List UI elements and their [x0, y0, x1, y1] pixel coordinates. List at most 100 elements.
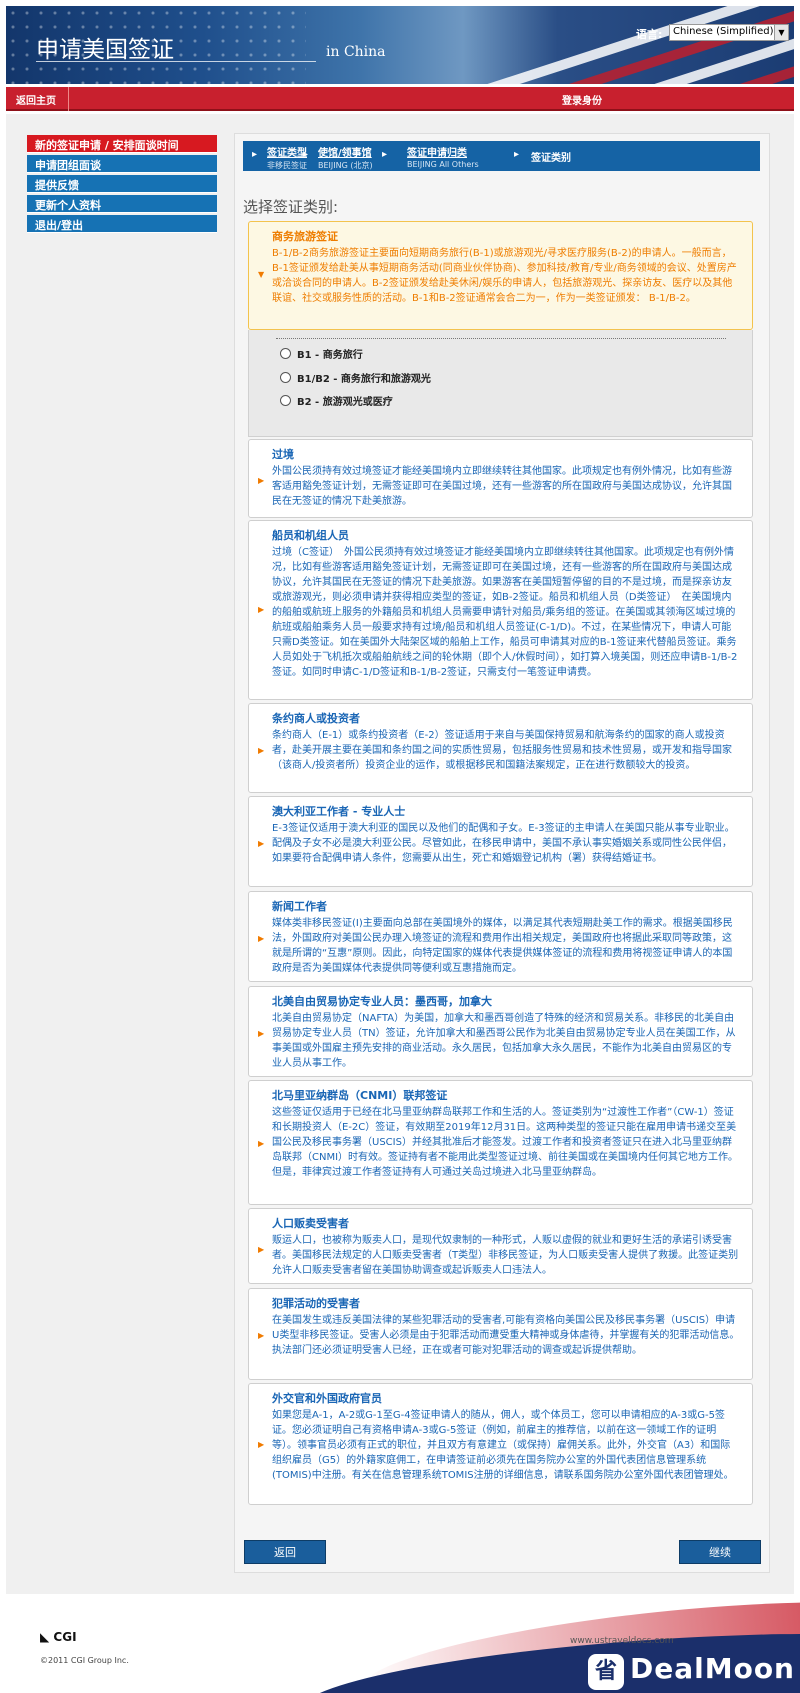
visa-card-title: 外交官和外国政府官员 — [272, 1392, 382, 1405]
breadcrumb-title: 签证申请归类 — [407, 148, 467, 159]
breadcrumb-step-embassy[interactable]: 使馆/领事馆 BEIJING (北京) — [318, 144, 373, 171]
chevron-right-icon: ▸ — [514, 149, 520, 160]
visa-card-description: 如果您是A-1，A-2或G-1至G-4签证申请人的随从，佣人，或个体员工，您可以… — [272, 1410, 734, 1481]
visa-card-treaty-trader[interactable]: 条约商人或投资者 ▶ 条约商人（E-1）或条约投资者（E-2）签证适用于来自与美… — [248, 703, 753, 793]
nav-login-identity: 登录身份 — [562, 96, 602, 107]
breadcrumb-subtitle: BEIJING All Others — [407, 160, 479, 169]
language-value: Chinese (Simplified) — [673, 26, 774, 37]
visa-card-description: B-1/B-2商务旅游签证主要面向短期商务旅行(B-1)或旅游观光/寻求医疗服务… — [272, 248, 737, 304]
options-divider — [276, 338, 726, 339]
chevron-right-icon: ▶ — [258, 746, 265, 755]
visa-card-crime-victim[interactable]: 犯罪活动的受害者 ▶ 在美国发生或违反美国法律的某些犯罪活动的受害者,可能有资格… — [248, 1288, 753, 1380]
option-b2[interactable]: B2 - 旅游观光或医疗 — [280, 393, 393, 408]
chevron-right-icon: ▶ — [258, 1440, 265, 1449]
breadcrumb-subtitle: 非移民签证 — [267, 161, 307, 170]
visa-card-description: E-3签证仅适用于澳大利亚的国民以及他们的配偶和子女。E-3签证的主申请人在美国… — [272, 823, 735, 864]
chevron-right-icon: ▶ — [258, 1029, 265, 1038]
visa-card-description: 这些签证仅适用于已经在北马里亚纳群岛联邦工作和生活的人。签证类别为“过渡性工作者… — [272, 1107, 739, 1178]
breadcrumb-step-category[interactable]: 签证申请归类 BEIJING All Others — [407, 144, 479, 169]
visa-card-title: 条约商人或投资者 — [272, 712, 360, 725]
sidebar-item-group-interview[interactable]: 申请团组面谈 — [27, 155, 217, 173]
breadcrumb-step-visa-type[interactable]: 签证类型 非移民签证 — [267, 144, 307, 171]
chevron-down-icon: ▼ — [258, 270, 265, 279]
option-b1b2[interactable]: B1/B2 - 商务旅行和旅游观光 — [280, 370, 431, 385]
site-title: 申请美国签证 — [36, 37, 174, 63]
visa-card-title: 犯罪活动的受害者 — [272, 1297, 360, 1310]
visa-card-business-tourism[interactable]: 商务旅游签证 ▼ B-1/B-2商务旅游签证主要面向短期商务旅行(B-1)或旅游… — [248, 221, 753, 330]
cgi-logo-text: CGI — [53, 1630, 77, 1644]
visa-card-title: 澳大利亚工作者 - 专业人士 — [272, 805, 406, 818]
visa-card-title: 北马里亚纳群岛（CNMI）联邦签证 — [272, 1089, 448, 1102]
visa-card-description: 媒体类非移民签证(I)主要面向总部在美国境外的媒体，以满足其代表短期赴美工作的需… — [272, 918, 733, 974]
page-title: 选择签证类别: — [243, 198, 339, 216]
breadcrumb-step-visa-class: 签证类别 — [531, 149, 571, 164]
dealmoon-icon: 省 — [588, 1654, 624, 1690]
visa-card-description: 外国公民须持有效过境签证才能经美国境内立即继续转往其他国家。此项规定也有例外情况… — [272, 466, 732, 507]
sidebar-item-label: 申请团组面谈 — [35, 159, 101, 172]
visa-card-cnmi[interactable]: 北马里亚纳群岛（CNMI）联邦签证 ▶ 这些签证仅适用于已经在北马里亚纳群岛联邦… — [248, 1080, 753, 1205]
visa-card-description: 条约商人（E-1）或条约投资者（E-2）签证适用于来自与美国保持贸易和航海条约的… — [272, 730, 732, 771]
visa-card-nafta[interactable]: 北美自由贸易协定专业人员：墨西哥，加拿大 ▶ 北美自由贸易协定（NAFTA）为美… — [248, 986, 753, 1077]
sidebar-item-feedback[interactable]: 提供反馈 — [27, 175, 217, 193]
chevron-right-icon: ▶ — [258, 1139, 265, 1148]
chevron-right-icon: ▸ — [303, 149, 309, 160]
sidebar-item-logout[interactable]: 退出/登出 — [27, 215, 217, 233]
radio-button[interactable] — [280, 372, 291, 383]
sidebar-item-label: 更新个人资料 — [35, 199, 101, 212]
visa-card-australian-worker[interactable]: 澳大利亚工作者 - 专业人士 ▶ E-3签证仅适用于澳大利亚的国民以及他们的配偶… — [248, 796, 753, 887]
chevron-right-icon: ▸ — [252, 149, 258, 160]
breadcrumb-title: 签证类别 — [531, 153, 571, 164]
sidebar-item-new-application[interactable]: 新的签证申请 / 安排面谈时间 — [27, 135, 217, 153]
visa-card-journalist[interactable]: 新闻工作者 ▶ 媒体类非移民签证(I)主要面向总部在美国境外的媒体，以满足其代表… — [248, 891, 753, 982]
visa-card-title: 船员和机组人员 — [272, 529, 349, 542]
nav-home-link[interactable]: 返回主页 — [16, 92, 56, 107]
radio-button[interactable] — [280, 395, 291, 406]
sidebar-item-update-profile[interactable]: 更新个人资料 — [27, 195, 217, 213]
cgi-logo: ◣ CGI — [40, 1630, 77, 1644]
visa-card-description: 过境（C签证） 外国公民须持有效过境签证才能经美国境内立即继续转往其他国家。此项… — [272, 547, 738, 678]
visa-card-description: 在美国发生或违反美国法律的某些犯罪活动的受害者,可能有资格向美国公民及移民事务署… — [272, 1315, 740, 1356]
page: 申请美国签证 in China 语言: Chinese (Simplified)… — [0, 0, 800, 1693]
breadcrumb-title: 签证类型 — [267, 148, 307, 159]
back-button[interactable]: 返回 — [244, 1540, 326, 1564]
option-label: B1 - 商务旅行 — [297, 350, 363, 361]
option-b1[interactable]: B1 - 商务旅行 — [280, 346, 363, 361]
language-label: 语言: — [636, 28, 663, 41]
visa-card-description: 贩运人口，也被称为贩卖人口，是现代奴隶制的一种形式，人贩以虚假的就业和更好生活的… — [272, 1235, 739, 1276]
visa-card-title: 商务旅游签证 — [272, 230, 338, 243]
option-label: B2 - 旅游观光或医疗 — [297, 397, 393, 408]
visa-card-diplomat[interactable]: 外交官和外国政府官员 ▶ 如果您是A-1，A-2或G-1至G-4签证申请人的随从… — [248, 1383, 753, 1505]
chevron-right-icon: ▶ — [258, 476, 265, 485]
site-url: www.ustraveldocs.com — [570, 1636, 674, 1646]
sidebar-item-label: 退出/登出 — [35, 219, 84, 232]
breadcrumb-subtitle: BEIJING (北京) — [318, 161, 373, 170]
dealmoon-watermark: DealMoon — [630, 1652, 795, 1685]
radio-button[interactable] — [280, 348, 291, 359]
breadcrumb: 签证类型 非移民签证 ▸ ▸ 使馆/领事馆 BEIJING (北京) ▸ 签证申… — [243, 141, 760, 171]
visa-card-description: 北美自由贸易协定（NAFTA）为美国，加拿大和墨西哥创造了特殊的经济和贸易关系。… — [272, 1013, 736, 1069]
chevron-right-icon: ▶ — [258, 934, 265, 943]
site-subtitle: in China — [326, 44, 386, 60]
visa-card-crew[interactable]: 船员和机组人员 ▶ 过境（C签证） 外国公民须持有效过境签证才能经美国境内立即继… — [248, 520, 753, 700]
language-select[interactable]: Chinese (Simplified) ▼ — [669, 24, 789, 41]
visa-card-title: 新闻工作者 — [272, 900, 327, 913]
chevron-right-icon: ▶ — [258, 605, 265, 614]
cgi-logo-mark: ◣ — [40, 1630, 50, 1644]
top-nav-bar: 返回主页 登录身份 — [6, 87, 794, 111]
breadcrumb-title: 使馆/领事馆 — [318, 148, 372, 159]
visa-card-title: 过境 — [272, 448, 294, 461]
chevron-right-icon: ▶ — [258, 839, 265, 848]
visa-card-title: 人口贩卖受害者 — [272, 1217, 349, 1230]
visa-card-title: 北美自由贸易协定专业人员：墨西哥，加拿大 — [272, 995, 492, 1008]
visa-card-trafficking-victim[interactable]: 人口贩卖受害者 ▶ 贩运人口，也被称为贩卖人口，是现代奴隶制的一种形式，人贩以虚… — [248, 1208, 753, 1284]
sidebar-item-label: 新的签证申请 / 安排面谈时间 — [35, 139, 179, 152]
chevron-right-icon: ▸ — [382, 149, 388, 160]
continue-button[interactable]: 继续 — [679, 1540, 761, 1564]
header-banner: 申请美国签证 in China 语言: Chinese (Simplified)… — [6, 6, 794, 84]
copyright: ©2011 CGI Group Inc. — [40, 1656, 129, 1665]
footer: ◣ CGI ©2011 CGI Group Inc. www.ustraveld… — [0, 1600, 800, 1693]
chevron-right-icon: ▶ — [258, 1331, 265, 1340]
title-underline — [36, 61, 316, 62]
visa-card-transit[interactable]: 过境 ▶ 外国公民须持有效过境签证才能经美国境内立即继续转往其他国家。此项规定也… — [248, 439, 753, 518]
chevron-down-icon: ▼ — [774, 25, 788, 40]
